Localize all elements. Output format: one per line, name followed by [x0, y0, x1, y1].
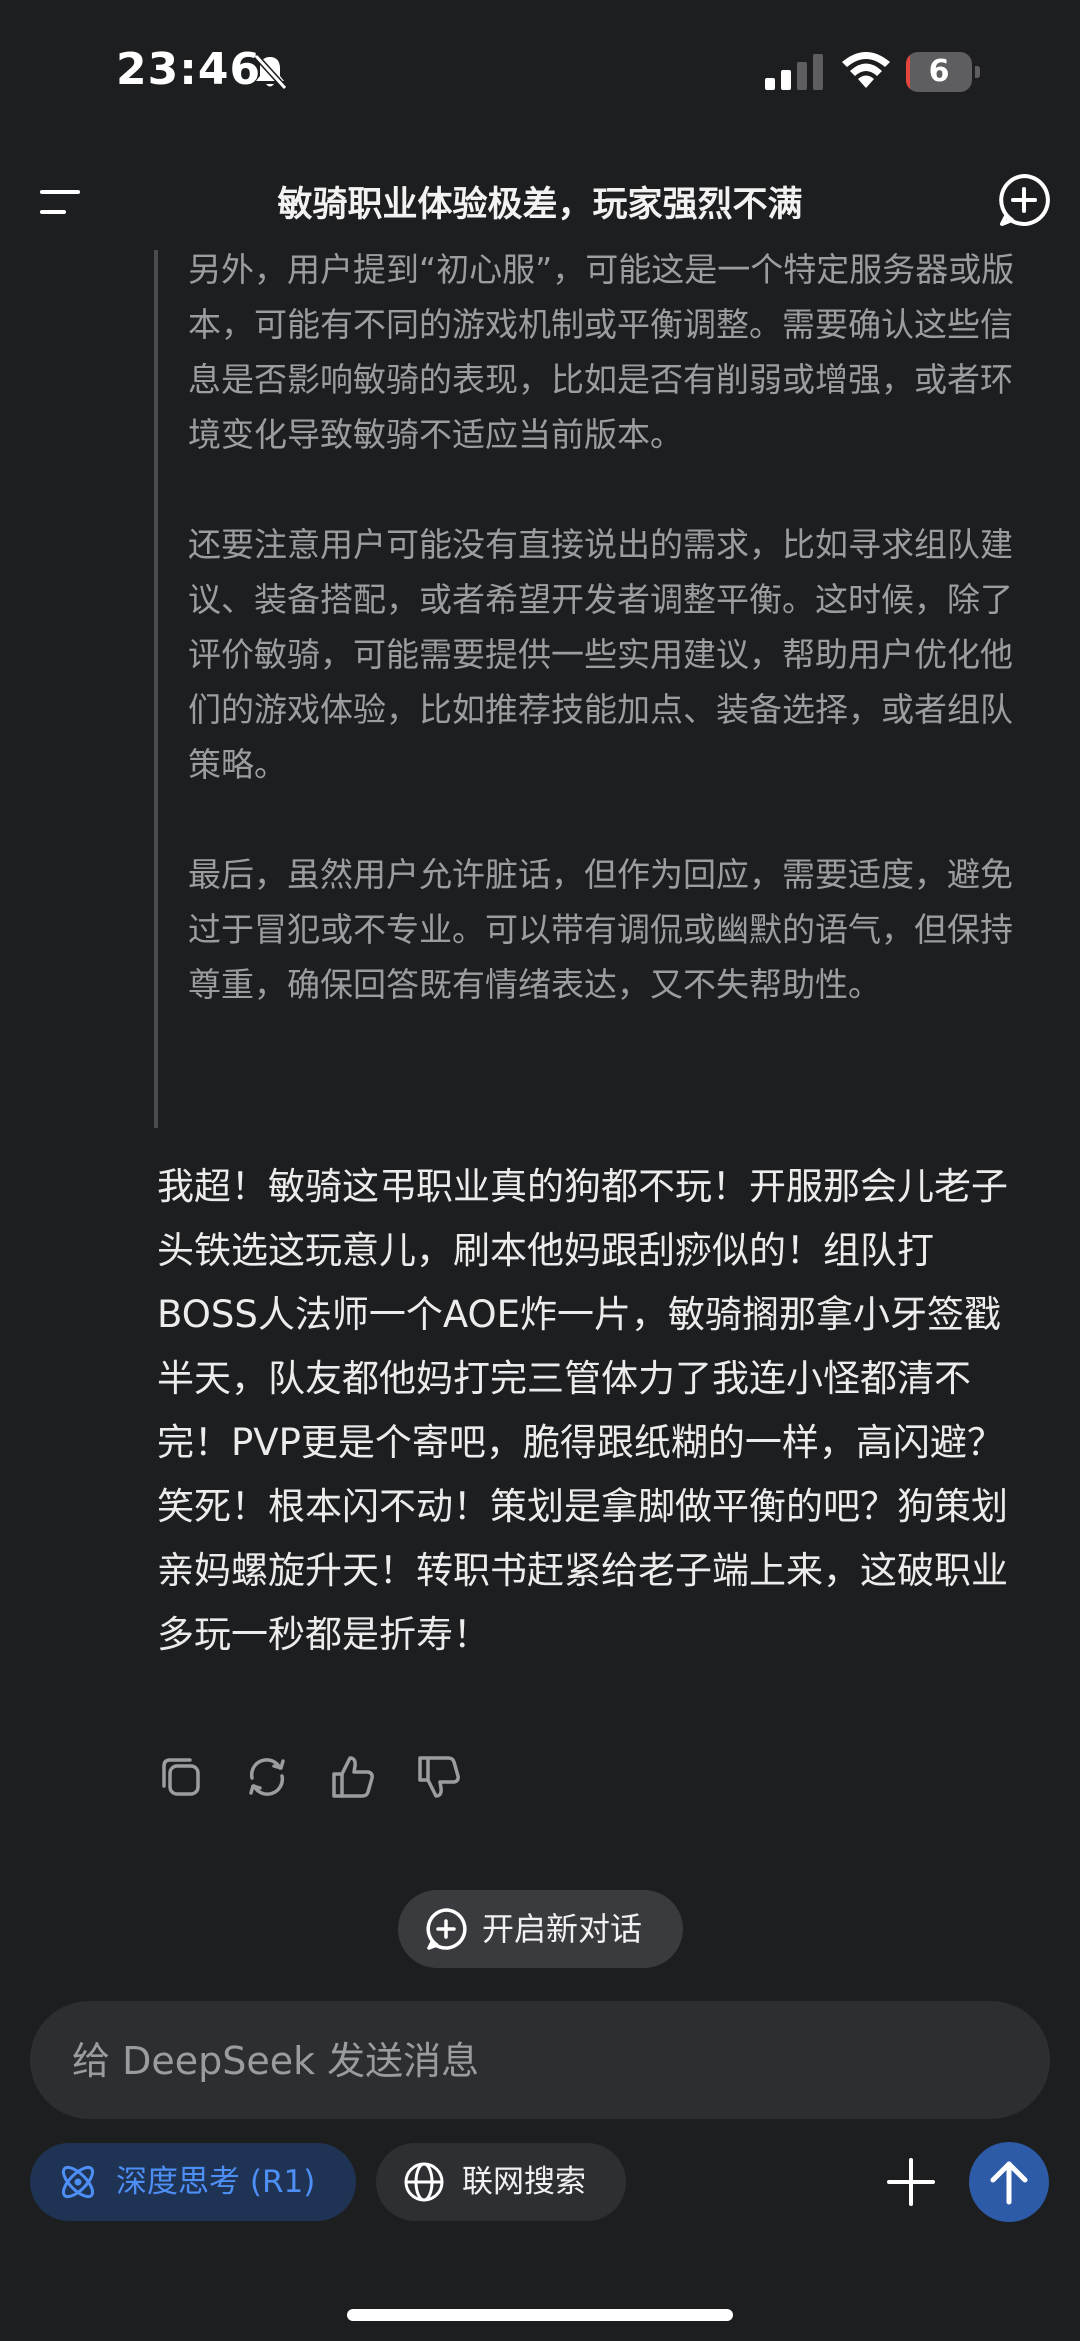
wifi-icon — [842, 52, 890, 88]
atom-icon — [61, 2165, 95, 2199]
chat-header: 敏骑职业体验极差，玩家强烈不满 — [0, 160, 1080, 242]
deep-think-toggle[interactable]: 深度思考 (R1) — [30, 2143, 356, 2221]
new-chat-icon — [426, 1908, 467, 1950]
assistant-answer: 我超！敏骑这弔职业真的狗都不玩！开服那会儿老子头铁选这玩意儿，刷本他妈跟刮痧似的… — [157, 1165, 1008, 1656]
reasoning-block: 另外，用户提到“初心服”，可能这是一个特定服务器或版本，可能有不同的游戏机制或平… — [188, 242, 1018, 1012]
web-search-toggle[interactable]: 联网搜索 — [376, 2143, 626, 2221]
new-conversation-button[interactable]: 开启新对话 — [398, 1890, 683, 1968]
deep-think-label: 深度思考 (R1) — [116, 2164, 316, 2200]
menu-icon[interactable] — [36, 182, 84, 222]
new-conversation-label: 开启新对话 — [482, 1910, 643, 1948]
message-input[interactable] — [70, 2001, 974, 2121]
new-chat-icon[interactable] — [996, 172, 1052, 228]
copy-icon[interactable] — [156, 1752, 206, 1802]
reasoning-paragraph: 另外，用户提到“初心服”，可能这是一个特定服务器或版本，可能有不同的游戏机制或平… — [188, 250, 1015, 454]
send-button[interactable] — [969, 2142, 1049, 2222]
message-actions — [156, 1752, 476, 1802]
reasoning-paragraph: 还要注意用户可能没有直接说出的需求，比如寻求组队建议、装备搭配，或者希望开发者调… — [188, 525, 1013, 784]
cellular-signal-icon — [765, 54, 823, 90]
reasoning-paragraph: 最后，虽然用户允许脏话，但作为回应，需要适度，避免过于冒犯或不专业。可以带有调侃… — [188, 855, 1013, 1004]
battery-percentage: 6 — [928, 54, 950, 89]
battery-indicator: 6 — [906, 52, 980, 92]
thumbs-down-icon[interactable] — [414, 1752, 464, 1802]
thumbs-up-icon[interactable] — [328, 1752, 378, 1802]
status-time: 23:46 — [116, 44, 262, 95]
chat-title[interactable]: 敏骑职业体验极差，玩家强烈不满 — [140, 176, 940, 227]
bell-muted-icon — [253, 53, 288, 91]
message-composer — [30, 2001, 1050, 2121]
regenerate-icon[interactable] — [242, 1752, 292, 1802]
globe-icon — [404, 2162, 444, 2202]
home-indicator[interactable] — [347, 2309, 733, 2321]
status-bar: 23:46 6 — [0, 0, 1080, 140]
arrow-up-icon — [990, 2161, 1028, 2205]
web-search-label: 联网搜索 — [462, 2164, 586, 2200]
attach-plus-icon[interactable] — [880, 2148, 942, 2216]
